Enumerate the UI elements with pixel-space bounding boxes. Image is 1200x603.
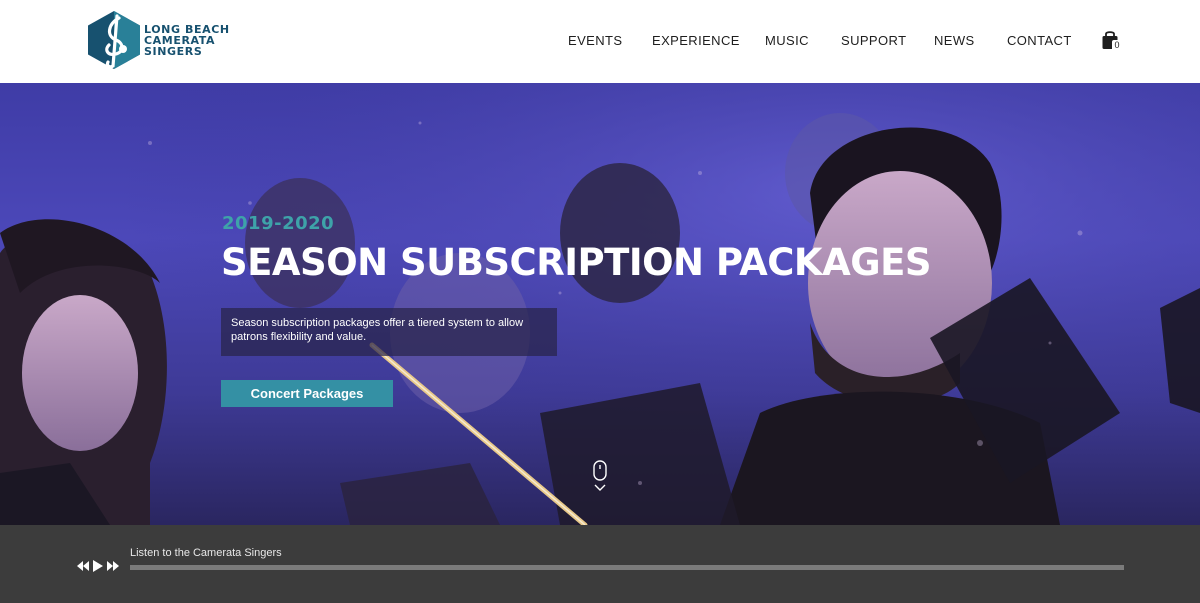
concert-packages-button[interactable]: Concert Packages — [221, 380, 393, 407]
hero-title: SEASON SUBSCRIPTION PACKAGES — [221, 241, 932, 284]
nav-experience[interactable]: EXPERIENCE — [652, 33, 740, 49]
nav-contact[interactable]: CONTACT — [1007, 33, 1072, 49]
cart-count: 0 — [1112, 40, 1122, 51]
fast-forward-button[interactable] — [107, 560, 119, 572]
mouse-scroll-icon — [593, 460, 607, 491]
nav-music[interactable]: MUSIC — [765, 33, 809, 49]
site-logo[interactable]: LONG BEACH CAMERATA SINGERS — [86, 10, 230, 70]
play-button[interactable] — [92, 560, 104, 572]
fast-forward-icon — [107, 561, 119, 571]
play-icon — [93, 560, 103, 572]
season-year: 2019-2020 — [222, 213, 335, 234]
site-header: LONG BEACH CAMERATA SINGERS EVENTS EXPER… — [0, 0, 1200, 83]
rewind-button[interactable] — [77, 560, 89, 572]
logo-line-3: SINGERS — [144, 44, 203, 58]
rewind-icon — [77, 561, 89, 571]
audio-player: Listen to the Camerata Singers — [0, 525, 1200, 603]
hero-description: Season subscription packages offer a tie… — [221, 308, 557, 356]
nav-support[interactable]: SUPPORT — [841, 33, 906, 49]
progress-bar[interactable] — [130, 565, 1124, 570]
choir-photo — [0, 83, 1200, 525]
cart-button[interactable]: 0 — [1101, 30, 1123, 54]
logo-wordmark: LONG BEACH CAMERATA SINGERS — [144, 24, 230, 57]
hero-banner: 2019-2020 SEASON SUBSCRIPTION PACKAGES S… — [0, 83, 1200, 525]
track-title: Listen to the Camerata Singers — [130, 547, 282, 559]
player-controls — [77, 559, 122, 573]
logo-line-2: CAMERATA — [144, 33, 216, 47]
scroll-down-button[interactable] — [592, 460, 608, 494]
nav-news[interactable]: NEWS — [934, 33, 975, 49]
treble-clef-hexagon-icon — [88, 11, 140, 69]
logo-line-1: LONG BEACH — [144, 22, 230, 36]
nav-events[interactable]: EVENTS — [568, 33, 622, 49]
